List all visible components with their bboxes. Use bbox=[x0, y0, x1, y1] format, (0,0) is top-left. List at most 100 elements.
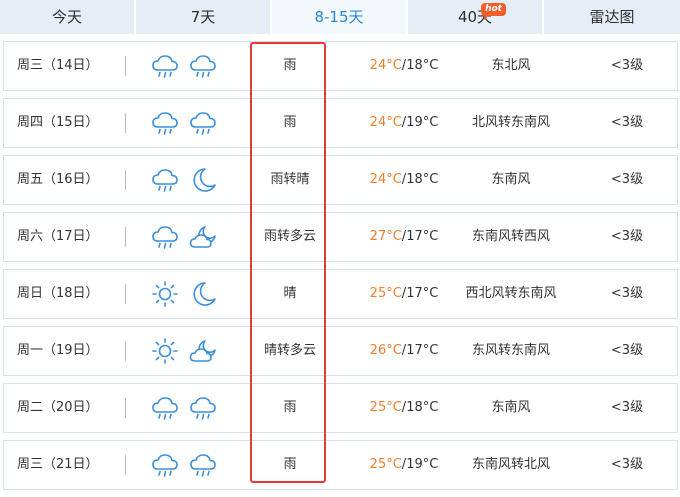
forecast-date: 周四（15日） bbox=[17, 115, 99, 130]
column-divider bbox=[125, 56, 126, 76]
wind-direction: 东南风转北风 bbox=[471, 457, 550, 472]
column-divider bbox=[125, 341, 126, 361]
weather-description: 晴转多云 bbox=[263, 343, 316, 358]
rain-cloud-icon bbox=[150, 394, 180, 422]
weather-description: 晴 bbox=[283, 286, 297, 301]
temperature-range: 25°C/19°C bbox=[344, 441, 464, 489]
temperature-range: 25°C/17°C bbox=[344, 270, 464, 318]
weather-description: 雨 bbox=[283, 115, 297, 130]
wind-level: <3级 bbox=[610, 400, 644, 415]
forecast-date: 周三（14日） bbox=[17, 58, 99, 73]
wind-direction: 西北风转东南风 bbox=[465, 286, 557, 301]
low-temperature: 17°C bbox=[406, 343, 439, 358]
cloud-moon-icon bbox=[188, 337, 218, 365]
tab-radar[interactable]: 雷达图 bbox=[544, 0, 680, 34]
temperature-range: 24°C/18°C bbox=[344, 42, 464, 90]
high-temperature: 24°C bbox=[369, 172, 402, 187]
wind-level: <3级 bbox=[610, 343, 644, 358]
temperature-range: 26°C/17°C bbox=[344, 327, 464, 375]
cloud-moon-icon bbox=[188, 223, 218, 251]
rain-cloud-icon bbox=[150, 109, 180, 137]
weather-description: 雨 bbox=[283, 457, 297, 472]
forecast-date: 周五（16日） bbox=[17, 172, 99, 187]
weather-description: 雨转晴 bbox=[270, 172, 310, 187]
forecast-row[interactable]: 周三（21日） 雨 25°C/19°C 东南风转北风 <3级 bbox=[3, 440, 678, 490]
low-temperature: 18°C bbox=[406, 400, 439, 415]
weather-description: 雨 bbox=[283, 400, 297, 415]
tab-radar-label: 雷达图 bbox=[589, 8, 635, 26]
sun-icon bbox=[150, 337, 180, 365]
forecast-row[interactable]: 周日（18日） 晴 25°C/17°C 西北风转东南风 <3级 bbox=[3, 269, 678, 319]
high-temperature: 25°C bbox=[369, 286, 402, 301]
wind-direction: 东南风转西风 bbox=[471, 229, 550, 244]
wind-direction: 东南风 bbox=[491, 400, 531, 415]
low-temperature: 17°C bbox=[406, 229, 439, 244]
rain-cloud-icon bbox=[188, 394, 218, 422]
tab-40-days[interactable]: 40天 hot bbox=[408, 0, 544, 34]
low-temperature: 18°C bbox=[406, 172, 439, 187]
tab-today[interactable]: 今天 bbox=[0, 0, 136, 34]
column-divider bbox=[125, 455, 126, 475]
column-divider bbox=[125, 284, 126, 304]
forecast-list: 周三（14日） 雨 24°C/18°C 东北风 <3级 周四（15日） 雨 24… bbox=[3, 41, 678, 497]
tab-7-days-label: 7天 bbox=[190, 8, 216, 26]
forecast-tabs: 今天 7天 8-15天 40天 hot 雷达图 bbox=[0, 0, 680, 35]
column-divider bbox=[125, 113, 126, 133]
moon-icon bbox=[188, 166, 218, 194]
forecast-date: 周二（20日） bbox=[17, 400, 99, 415]
tab-8-15-days[interactable]: 8-15天 bbox=[272, 0, 408, 34]
wind-level: <3级 bbox=[610, 115, 644, 130]
forecast-row[interactable]: 周五（16日） 雨转晴 24°C/18°C 东南风 <3级 bbox=[3, 155, 678, 205]
tab-7-days[interactable]: 7天 bbox=[136, 0, 272, 34]
low-temperature: 17°C bbox=[406, 286, 439, 301]
high-temperature: 26°C bbox=[369, 343, 402, 358]
forecast-date: 周一（19日） bbox=[17, 343, 99, 358]
rain-cloud-icon bbox=[150, 223, 180, 251]
tab-today-label: 今天 bbox=[51, 8, 82, 26]
wind-level: <3级 bbox=[610, 229, 644, 244]
rain-cloud-icon bbox=[150, 166, 180, 194]
forecast-date: 周日（18日） bbox=[17, 286, 99, 301]
forecast-row[interactable]: 周一（19日） 晴转多云 26°C/17°C 东风转东南风 <3级 bbox=[3, 326, 678, 376]
high-temperature: 24°C bbox=[369, 58, 402, 73]
hot-badge: hot bbox=[481, 3, 506, 20]
high-temperature: 25°C bbox=[369, 400, 402, 415]
temperature-range: 24°C/19°C bbox=[344, 99, 464, 147]
high-temperature: 27°C bbox=[369, 229, 402, 244]
high-temperature: 24°C bbox=[369, 115, 402, 130]
wind-level: <3级 bbox=[610, 58, 644, 73]
wind-level: <3级 bbox=[610, 457, 644, 472]
wind-level: <3级 bbox=[610, 286, 644, 301]
wind-level: <3级 bbox=[610, 172, 644, 187]
wind-direction: 东风转东南风 bbox=[471, 343, 550, 358]
temperature-range: 24°C/18°C bbox=[344, 156, 464, 204]
forecast-row[interactable]: 周六（17日） 雨转多云 27°C/17°C 东南风转西风 <3级 bbox=[3, 212, 678, 262]
wind-direction: 北风转东南风 bbox=[471, 115, 550, 130]
weather-description: 雨 bbox=[283, 58, 297, 73]
moon-icon bbox=[188, 280, 218, 308]
rain-cloud-icon bbox=[150, 52, 180, 80]
sun-icon bbox=[150, 280, 180, 308]
column-divider bbox=[125, 398, 126, 418]
low-temperature: 18°C bbox=[406, 58, 439, 73]
high-temperature: 25°C bbox=[369, 457, 402, 472]
rain-cloud-icon bbox=[150, 451, 180, 479]
wind-direction: 东北风 bbox=[491, 58, 531, 73]
column-divider bbox=[125, 170, 126, 190]
column-divider bbox=[125, 227, 126, 247]
rain-cloud-icon bbox=[188, 109, 218, 137]
forecast-date: 周三（21日） bbox=[17, 457, 99, 472]
tab-8-15-days-label: 8-15天 bbox=[314, 8, 364, 26]
temperature-range: 27°C/17°C bbox=[344, 213, 464, 261]
wind-direction: 东南风 bbox=[491, 172, 531, 187]
forecast-row[interactable]: 周二（20日） 雨 25°C/18°C 东南风 <3级 bbox=[3, 383, 678, 433]
weather-description: 雨转多云 bbox=[263, 229, 316, 244]
rain-cloud-icon bbox=[188, 52, 218, 80]
forecast-date: 周六（17日） bbox=[17, 229, 99, 244]
forecast-row[interactable]: 周三（14日） 雨 24°C/18°C 东北风 <3级 bbox=[3, 41, 678, 91]
low-temperature: 19°C bbox=[406, 115, 439, 130]
rain-cloud-icon bbox=[188, 451, 218, 479]
temperature-range: 25°C/18°C bbox=[344, 384, 464, 432]
forecast-row[interactable]: 周四（15日） 雨 24°C/19°C 北风转东南风 <3级 bbox=[3, 98, 678, 148]
low-temperature: 19°C bbox=[406, 457, 439, 472]
